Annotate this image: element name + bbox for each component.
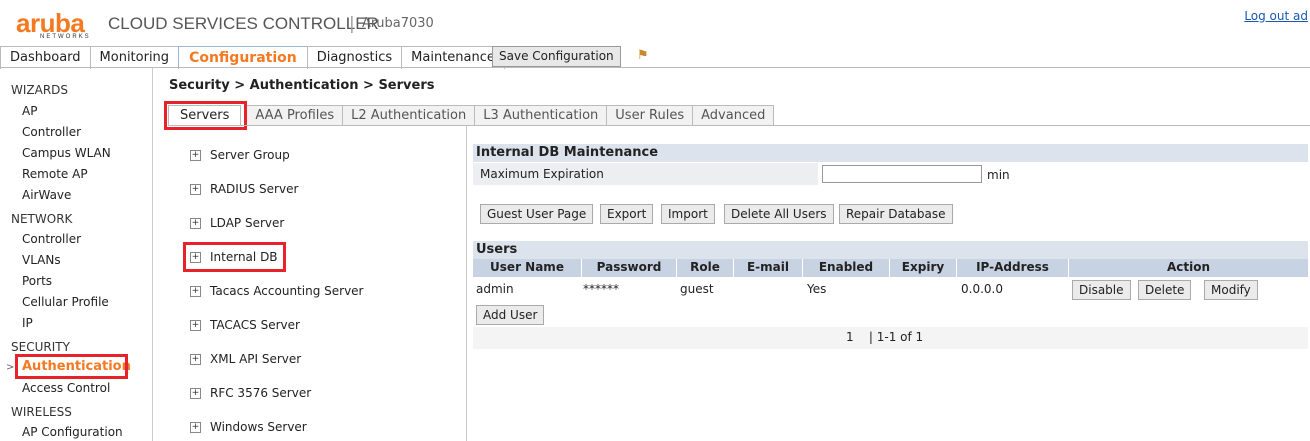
add-user-button[interactable]: Add User	[476, 305, 545, 325]
repair-database-button[interactable]: Repair Database	[839, 204, 953, 224]
expand-icon[interactable]: +	[190, 218, 201, 229]
subtab-aaa-profiles[interactable]: AAA Profiles	[246, 105, 344, 126]
subtab-divider	[168, 125, 1310, 126]
expand-icon[interactable]: +	[190, 320, 201, 331]
tree-item-ldap-server[interactable]: + LDAP Server	[190, 216, 284, 230]
delete-user-button[interactable]: Delete	[1138, 280, 1192, 300]
internal-db-section-title: Internal DB Maintenance	[473, 144, 1308, 162]
nav-section-wireless: WIRELESS	[11, 405, 72, 419]
header-divider	[0, 67, 1310, 68]
col-action: Action	[1166, 260, 1211, 274]
highlight-internal-db	[183, 242, 286, 272]
tab-maintenance[interactable]: Maintenance	[401, 46, 505, 69]
save-configuration-button[interactable]: Save Configuration	[492, 46, 621, 67]
tree-item-windows-server[interactable]: + Windows Server	[190, 420, 307, 434]
cell-ip-address: 0.0.0.0	[961, 282, 1003, 296]
tab-diagnostics[interactable]: Diagnostics	[306, 46, 403, 69]
nav-item-ports[interactable]: Ports	[22, 274, 52, 288]
max-expiration-unit: min	[987, 168, 1010, 182]
expand-icon[interactable]: +	[190, 388, 201, 399]
nav-item-campus-wlan[interactable]: Campus WLAN	[22, 146, 111, 160]
expand-icon[interactable]: +	[190, 354, 201, 365]
cell-enabled: Yes	[807, 282, 827, 296]
delete-all-users-button[interactable]: Delete All Users	[724, 204, 834, 224]
col-password: Password	[596, 260, 662, 274]
sub-tabs: Servers AAA Profiles L2 Authentication L…	[168, 105, 775, 126]
expand-icon[interactable]: +	[190, 286, 201, 297]
import-button[interactable]: Import	[661, 204, 715, 224]
nav-item-ip[interactable]: IP	[22, 316, 33, 330]
export-button[interactable]: Export	[600, 204, 654, 224]
expand-icon[interactable]: +	[190, 150, 201, 161]
users-section-title: Users	[473, 241, 1308, 259]
subtab-l2-authentication[interactable]: L2 Authentication	[342, 105, 476, 126]
col-user-name: User Name	[490, 260, 564, 274]
max-expiration-input[interactable]	[822, 165, 982, 183]
col-expiry: Expiry	[901, 260, 945, 274]
nav-item-remote-ap[interactable]: Remote AP	[22, 167, 88, 181]
main-tabs: Dashboard Monitoring Configuration Diagn…	[0, 46, 505, 69]
nav-item-access-control[interactable]: Access Control	[22, 381, 110, 395]
nav-item-controller-wizard[interactable]: Controller	[22, 125, 81, 139]
tree-item-server-group[interactable]: + Server Group	[190, 148, 290, 162]
tree-item-xml-api-server[interactable]: + XML API Server	[190, 352, 301, 366]
nav-item-vlans[interactable]: VLANs	[22, 253, 61, 267]
highlight-authentication	[15, 354, 128, 379]
nav-item-ap-configuration[interactable]: AP Configuration	[22, 425, 123, 439]
tab-monitoring[interactable]: Monitoring	[89, 46, 180, 69]
logout-link[interactable]: Log out ad	[1244, 9, 1308, 23]
tree-item-tacacs-accounting-server[interactable]: + Tacacs Accounting Server	[190, 284, 364, 298]
selected-arrow-icon: >	[6, 362, 15, 373]
guest-user-page-button[interactable]: Guest User Page	[480, 204, 594, 224]
tab-configuration[interactable]: Configuration	[178, 46, 308, 69]
expand-icon[interactable]: +	[190, 422, 201, 433]
nav-section-security: SECURITY	[11, 340, 70, 354]
nav-section-network: NETWORK	[11, 212, 73, 226]
subtab-l3-authentication[interactable]: L3 Authentication	[474, 105, 608, 126]
col-email: E-mail	[746, 260, 789, 274]
max-expiration-label: Maximum Expiration	[473, 163, 818, 185]
aruba-logo: aruba	[16, 8, 85, 38]
cell-user-name: admin	[476, 282, 514, 296]
nav-item-cellular-profile[interactable]: Cellular Profile	[22, 295, 109, 309]
pager-page[interactable]: 1	[846, 330, 854, 344]
nav-item-ap[interactable]: AP	[22, 104, 37, 118]
title-separator: |	[349, 14, 355, 34]
tree-item-radius-server[interactable]: + RADIUS Server	[190, 182, 298, 196]
pending-changes-icon[interactable]: ⚑	[637, 48, 649, 63]
subtab-user-rules[interactable]: User Rules	[606, 105, 694, 126]
tree-item-rfc-3576-server[interactable]: + RFC 3576 Server	[190, 386, 311, 400]
aruba-logo-sub: NETWORKS	[40, 34, 91, 40]
nav-section-wizards: WIZARDS	[11, 83, 69, 97]
nav-item-airwave[interactable]: AirWave	[22, 188, 71, 202]
col-ip-address: IP-Address	[976, 260, 1049, 274]
disable-user-button[interactable]: Disable	[1072, 280, 1131, 300]
subtab-advanced[interactable]: Advanced	[692, 105, 775, 126]
modify-user-button[interactable]: Modify	[1204, 280, 1258, 300]
cell-role: guest	[680, 282, 714, 296]
cell-password: ******	[583, 282, 619, 296]
col-role: Role	[690, 260, 720, 274]
hostname: Aruba7030	[362, 16, 434, 31]
col-enabled: Enabled	[818, 260, 874, 274]
expand-icon[interactable]: +	[190, 184, 201, 195]
pager: 1 | 1-1 of 1	[846, 330, 923, 344]
breadcrumb: Security > Authentication > Servers	[169, 78, 435, 93]
app-title: CLOUD SERVICES CONTROLLER	[108, 14, 379, 33]
tree-item-tacacs-server[interactable]: + TACACS Server	[190, 318, 300, 332]
nav-item-controller[interactable]: Controller	[22, 232, 81, 246]
tab-dashboard[interactable]: Dashboard	[0, 46, 91, 69]
panel-divider	[466, 126, 467, 441]
pager-range: | 1-1 of 1	[868, 330, 924, 344]
